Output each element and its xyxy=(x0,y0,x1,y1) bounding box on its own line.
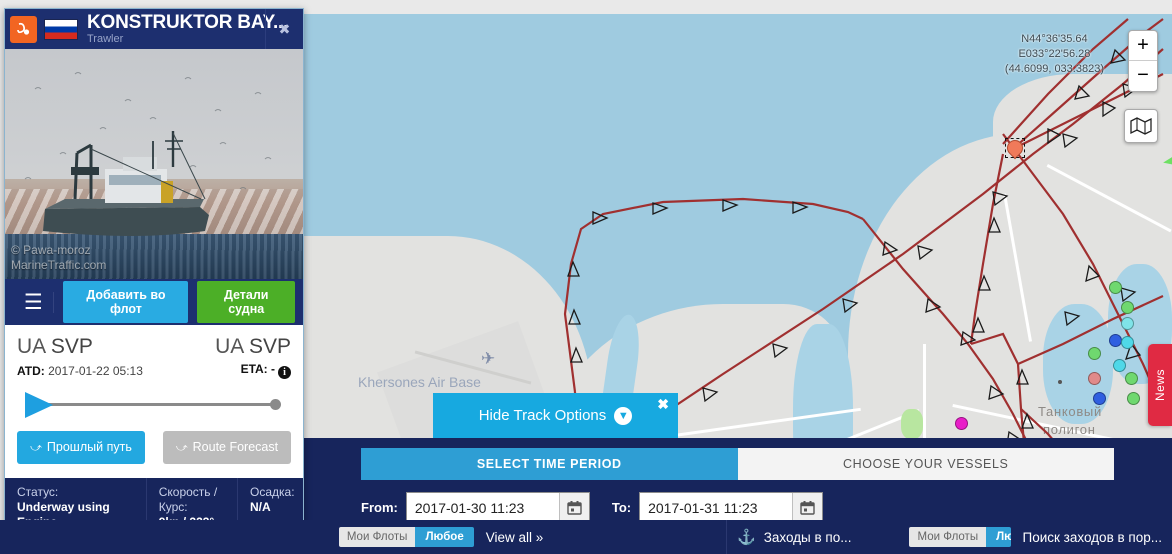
fleet-toggle-2[interactable]: Мои Флоты Любое xyxy=(909,527,1011,547)
from-date-input[interactable] xyxy=(406,493,559,522)
map-dot[interactable] xyxy=(1088,347,1101,360)
route-icon: ⤻ xyxy=(175,442,188,454)
status-label: Статус: xyxy=(17,485,59,499)
zoom-out-button[interactable]: − xyxy=(1129,61,1157,91)
chevron-down-icon: ▼ xyxy=(614,406,633,425)
toggle-any-1[interactable]: Любое xyxy=(415,527,474,547)
speed-course-label: Скорость / Курс: xyxy=(158,485,218,514)
track-options-panel: Hide Track Options ▼ ✖ SELECT TIME PERIO… xyxy=(303,393,1172,537)
map-dot[interactable] xyxy=(1088,372,1101,385)
from-date-field-wrapper[interactable] xyxy=(405,492,590,523)
map-dot[interactable] xyxy=(1125,372,1138,385)
vessel-panel-header: KONSTRUKTOR BAY... Trawler ✖ xyxy=(5,9,303,49)
selected-vessel-marker[interactable] xyxy=(1003,136,1027,160)
calendar-glyph xyxy=(800,501,815,515)
atd-label: ATD: xyxy=(17,363,45,378)
eta-block: ETA: -i xyxy=(241,362,291,379)
bottom-pane-port-calls: ⚓ Заходы в по... Мои Флоты Любое Поиск з… xyxy=(727,520,1172,554)
voyage-progress-bar[interactable] xyxy=(17,389,291,423)
track-date-fields: From: To: xyxy=(361,492,1172,523)
departure-port: UA SVP xyxy=(17,335,93,359)
toggle-any-2[interactable]: Любое xyxy=(986,527,1011,547)
flag-icon-russia xyxy=(44,18,78,40)
map-dot[interactable] xyxy=(1121,336,1134,349)
vessel-action-bar: ☰ Добавить во флот Детали судна xyxy=(5,279,303,325)
map-dot[interactable] xyxy=(1121,301,1134,314)
port-calls-search-link[interactable]: Поиск заходов в пор... xyxy=(1023,530,1162,545)
voyage-ports-row: UA SVP UA SVP xyxy=(17,335,291,359)
zoom-in-button[interactable]: + xyxy=(1129,31,1157,61)
hide-track-options-button[interactable]: Hide Track Options ▼ ✖ xyxy=(433,393,678,438)
map-dot[interactable] xyxy=(1109,334,1122,347)
route-icon: ⤻ xyxy=(30,442,42,454)
tab-select-time-period[interactable]: SELECT TIME PERIOD xyxy=(361,448,738,480)
arrival-port-code: SVP xyxy=(248,335,291,358)
coordinates-readout: N44°36'35.64 E033°22'56.28 (44.6099, 033… xyxy=(1005,32,1104,77)
app-root: ✈ Khersones Air Base КАЗАЧЬЯ БУХТА Танко… xyxy=(0,0,1172,554)
vessel-marker-green-shape[interactable] xyxy=(1161,152,1172,170)
layers-icon xyxy=(1130,117,1152,135)
route-forecast-button[interactable]: ⤻ Route Forecast xyxy=(163,431,291,464)
atd-value: 2017-01-22 05:13 xyxy=(48,363,143,378)
toggle-my-fleets-1[interactable]: Мои Флоты xyxy=(338,527,416,547)
draught-value: N/A xyxy=(250,500,271,514)
view-all-link[interactable]: View all » xyxy=(486,530,544,545)
anchor-icon: ⚓ xyxy=(737,529,756,546)
voyage-times-row: ATD: 2017-01-22 05:13 ETA: -i xyxy=(17,362,291,379)
progress-end-dot xyxy=(270,399,281,410)
departure-port-code: SVP xyxy=(50,335,93,358)
arrival-port-country: UA xyxy=(215,335,244,358)
menu-icon[interactable]: ☰ xyxy=(13,291,55,313)
to-label: To: xyxy=(611,500,632,515)
logo-glyph xyxy=(17,22,30,35)
atd-block: ATD: 2017-01-22 05:13 xyxy=(17,364,143,378)
vessel-type: Trawler xyxy=(87,32,124,45)
to-date-input[interactable] xyxy=(640,493,793,522)
vessel-photo: © Pawa-moroz MarineTraffic.com xyxy=(5,49,303,279)
calendar-glyph xyxy=(567,501,582,515)
map-dot[interactable] xyxy=(1109,281,1122,294)
map-dot[interactable] xyxy=(1113,359,1126,372)
photo-ship-silhouette xyxy=(24,72,272,236)
add-to-fleet-button[interactable]: Добавить во флот xyxy=(63,281,189,323)
past-track-button[interactable]: ⤻ Прошлый путь xyxy=(17,431,145,464)
arrival-port: UA SVP xyxy=(215,335,291,359)
toggle-my-fleets-2[interactable]: Мои Флоты xyxy=(909,527,987,547)
map-dot[interactable] xyxy=(1121,317,1134,330)
route-forecast-label: Route Forecast xyxy=(192,440,279,454)
draught-label: Осадка: xyxy=(250,485,295,499)
from-label: From: xyxy=(361,500,398,515)
track-options-tabs: SELECT TIME PERIOD CHOOSE YOUR VESSELS xyxy=(361,448,1114,480)
bottom-bar: ...ледние ф... Мои Флоты Любое View all … xyxy=(0,520,1172,554)
vessel-name: KONSTRUKTOR BAY... xyxy=(87,12,289,33)
past-track-label: Прошлый путь xyxy=(46,440,132,454)
fleet-toggle-1[interactable]: Мои Флоты Любое xyxy=(338,527,474,547)
marinetraffic-logo-icon xyxy=(10,15,37,43)
vessel-info-panel: KONSTRUKTOR BAY... Trawler ✖ © Pawa-moro… xyxy=(4,8,304,554)
voyage-section: UA SVP UA SVP ATD: 2017-01-22 05:13 ETA:… xyxy=(5,325,303,427)
close-icon[interactable]: ✖ xyxy=(265,9,303,49)
tab-choose-your-vessels[interactable]: CHOOSE YOUR VESSELS xyxy=(737,448,1114,480)
vessel-position-arrow-icon xyxy=(25,392,53,418)
map-layers-button[interactable] xyxy=(1124,109,1158,143)
calendar-icon[interactable] xyxy=(792,493,823,522)
hide-track-options-label: Hide Track Options xyxy=(478,407,607,424)
coords-dms-lon: E033°22'56.28 xyxy=(1018,48,1091,60)
info-icon[interactable]: i xyxy=(278,366,291,379)
vessel-title-wrapper: KONSTRUKTOR BAY... Trawler xyxy=(87,13,288,45)
route-buttons: ⤻ Прошлый путь ⤻ Route Forecast xyxy=(5,427,303,478)
bottom-bar-left-mask xyxy=(0,520,303,554)
bottom-pane-label-2: Заходы в по... xyxy=(763,529,852,545)
calendar-icon[interactable] xyxy=(558,493,589,522)
departure-port-country: UA xyxy=(17,335,46,358)
close-icon[interactable]: ✖ xyxy=(657,396,669,413)
poi-dot xyxy=(1058,380,1062,384)
to-date-field-wrapper[interactable] xyxy=(639,492,824,523)
progress-track xyxy=(47,403,275,406)
zoom-controls[interactable]: + − xyxy=(1128,30,1158,92)
vessel-details-button[interactable]: Детали судна xyxy=(197,281,295,323)
coords-dms-lat: N44°36'35.64 xyxy=(1021,33,1088,45)
eta-label: ETA: - xyxy=(240,362,275,376)
